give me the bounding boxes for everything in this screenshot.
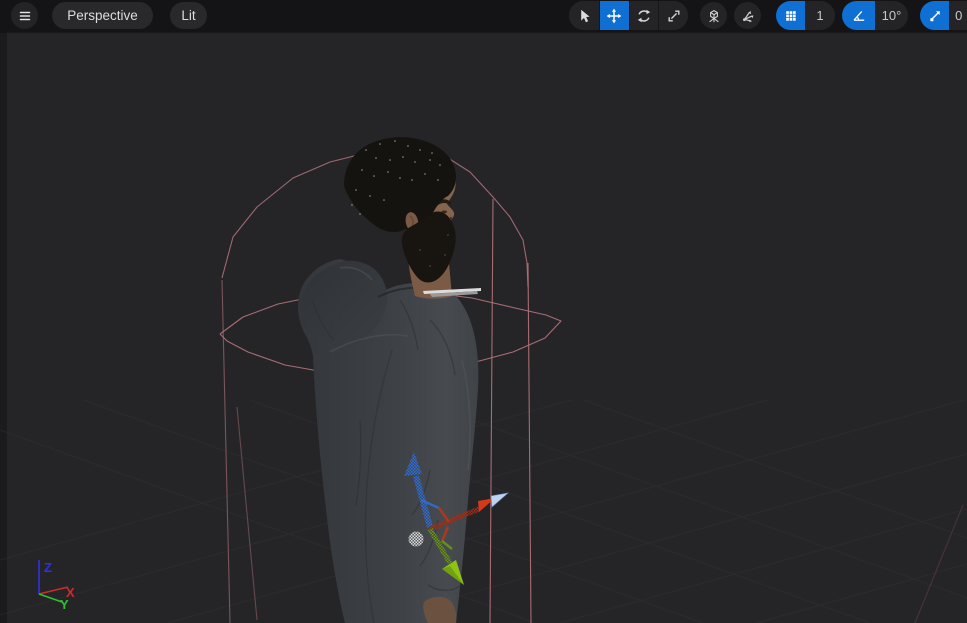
move-tool-icon: [606, 8, 622, 23]
scale-snap-icon: [929, 10, 940, 21]
editor-viewport-window: Z X Y Perspective Lit 1 10° 0: [0, 0, 967, 623]
rotation-snap-toggle[interactable]: [842, 1, 875, 30]
rotation-snap-control: 10°: [842, 1, 908, 30]
scale-snap-control: 0: [920, 1, 967, 30]
rotate-tool-icon: [637, 9, 651, 22]
nostril: [449, 216, 453, 220]
move-tool-button[interactable]: [598, 1, 629, 30]
gizmo-screen-space-handle[interactable]: [408, 531, 424, 547]
scale-snap-value[interactable]: 0: [949, 1, 967, 30]
viewport-left-edge: [0, 32, 7, 623]
viewport-background: [0, 0, 967, 623]
grid-snap-value[interactable]: 1: [805, 1, 835, 30]
viewport-toolbar: Perspective Lit 1 10° 0: [0, 0, 967, 32]
world-space-cube-icon: [708, 9, 719, 22]
viewport-canvas[interactable]: Z X Y: [0, 0, 967, 623]
coordinate-space-button[interactable]: [700, 2, 727, 29]
surface-snapping-icon: [742, 10, 753, 22]
select-tool-button[interactable]: [569, 1, 599, 30]
rotate-tool-button[interactable]: [628, 1, 659, 30]
grid-snap-icon: [785, 10, 796, 21]
axis-z-label: Z: [44, 560, 52, 575]
grid-snap-toggle[interactable]: [776, 1, 805, 30]
scale-snap-toggle[interactable]: [920, 1, 950, 30]
transform-tools-group: [569, 1, 688, 30]
viewport-options-button[interactable]: [11, 2, 38, 29]
scale-tool-icon: [668, 10, 680, 22]
select-cursor-icon: [581, 9, 590, 22]
lit-mode-button[interactable]: Lit: [170, 2, 207, 29]
grid-snap-control: 1: [776, 1, 835, 30]
axis-y-label: Y: [60, 597, 69, 612]
perspective-mode-button[interactable]: Perspective: [52, 2, 153, 29]
rotation-snap-icon: [853, 10, 864, 21]
scale-tool-button[interactable]: [658, 1, 688, 30]
hamburger-menu-icon: [19, 11, 30, 20]
rotation-snap-value[interactable]: 10°: [875, 1, 908, 30]
surface-snapping-button[interactable]: [734, 2, 761, 29]
